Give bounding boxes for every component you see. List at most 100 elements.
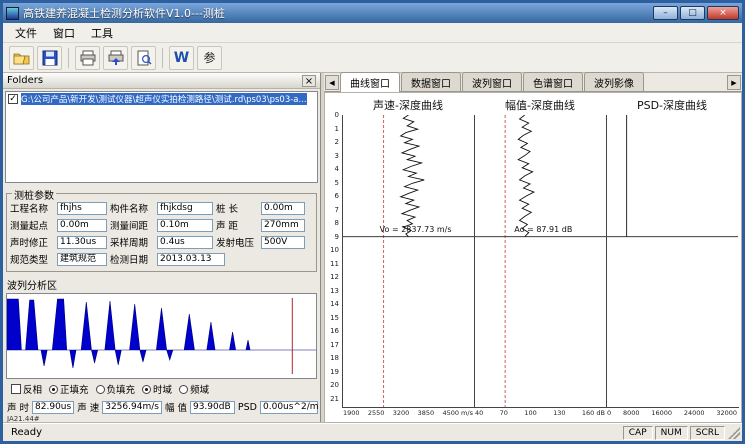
open-file-button[interactable] bbox=[9, 46, 34, 70]
depth-tick-label: 18 bbox=[330, 355, 339, 362]
x-tick-label: 3850 bbox=[418, 409, 435, 417]
tab-bar: ◀ 曲线窗口 数据窗口 波列窗口 色谱窗口 波列影像 ▶ bbox=[324, 73, 742, 92]
menu-tools[interactable]: 工具 bbox=[83, 23, 121, 43]
num-lock-indicator: NUM bbox=[655, 426, 688, 440]
depth-tick-label: 19 bbox=[330, 369, 339, 376]
x-tick-label: 40 bbox=[475, 409, 483, 417]
chart-panel: ◀ 曲线窗口 数据窗口 波列窗口 色谱窗口 波列影像 ▶ 声速-深度曲线 幅值-… bbox=[324, 73, 742, 423]
v0-annotation: Vo = 2837.73 m/s bbox=[380, 225, 452, 234]
waveform-path bbox=[7, 299, 316, 368]
param-input-component[interactable]: fhjkdsg bbox=[157, 202, 213, 215]
freq-domain-radio[interactable]: 频域 bbox=[179, 382, 209, 396]
x-axis-labels: 19002550320038504500 m/s 4070100130160 d… bbox=[327, 408, 739, 417]
print-preview-button[interactable] bbox=[131, 46, 156, 70]
param-input-distance[interactable]: 270mm bbox=[261, 219, 305, 232]
chart-plots: Vo = 2837.73 m/s Ao = 87.91 dB bbox=[342, 115, 739, 408]
tab-data-window[interactable]: 数据窗口 bbox=[401, 72, 461, 91]
param-input-spec-type[interactable]: 建筑规范 bbox=[57, 253, 107, 266]
param-label-distance: 声 距 bbox=[216, 218, 258, 232]
sound-speed-label: 声 速 bbox=[77, 400, 99, 414]
menu-file[interactable]: 文件 bbox=[7, 23, 45, 43]
menu-bar: 文件 窗口 工具 bbox=[3, 23, 742, 43]
depth-tick-label: 14 bbox=[330, 301, 339, 308]
waveform-display[interactable] bbox=[6, 293, 317, 379]
x-tick-label: 100 bbox=[524, 409, 536, 417]
psd-depth-plot[interactable] bbox=[606, 115, 738, 407]
psd-chart-title: PSD-深度曲线 bbox=[606, 97, 738, 113]
x-tick-label: 2550 bbox=[368, 409, 385, 417]
x-tick-label: 0 bbox=[607, 409, 611, 417]
title-bar[interactable]: 高铁建养混凝土检测分析软件V1.0---测桩 – □ × bbox=[3, 3, 742, 23]
x-tick-label: 130 bbox=[553, 409, 565, 417]
depth-tick-label: 12 bbox=[330, 274, 339, 281]
save-button[interactable] bbox=[37, 46, 62, 70]
file-list-item[interactable]: ✓ G:\公司产品\新开发\测试仪器\超声仪实拍检测路径\测试.rd\ps03\… bbox=[6, 92, 317, 106]
x-tick-label: 8000 bbox=[623, 409, 640, 417]
selected-file-path: G:\公司产品\新开发\测试仪器\超声仪实拍检测路径\测试.rd\ps03\ps… bbox=[21, 93, 307, 105]
param-input-sample-period[interactable]: 0.4us bbox=[157, 236, 213, 249]
param-label-spec-type: 规范类型 bbox=[10, 252, 54, 266]
toolbar-separator bbox=[68, 48, 69, 68]
tab-curve-window[interactable]: 曲线窗口 bbox=[340, 72, 400, 92]
status-bar: Ready CAP NUM SCRL bbox=[3, 423, 742, 441]
printer-setup-icon bbox=[107, 50, 125, 66]
x-tick-label: 4500 m/s bbox=[442, 409, 473, 417]
folders-header: Folders × bbox=[3, 73, 320, 89]
minimize-button[interactable]: – bbox=[653, 6, 678, 20]
maximize-button[interactable]: □ bbox=[680, 6, 705, 20]
velocity-x-ticks: 19002550320038504500 m/s bbox=[342, 408, 474, 417]
print-setup-button[interactable] bbox=[103, 46, 128, 70]
amplitude-depth-plot[interactable]: Ao = 87.91 dB bbox=[474, 115, 606, 407]
x-tick-label: 24000 bbox=[684, 409, 705, 417]
velocity-plot-svg bbox=[343, 115, 474, 407]
param-input-project[interactable]: fhjhs bbox=[57, 202, 107, 215]
param-input-voltage[interactable]: 500V bbox=[261, 236, 305, 249]
radio-on-icon bbox=[49, 385, 58, 394]
positive-fill-label: 正填充 bbox=[60, 382, 89, 396]
invert-checkbox[interactable]: 反相 bbox=[11, 382, 42, 396]
depth-tick-label: 15 bbox=[330, 315, 339, 322]
param-label-test-date: 检测日期 bbox=[110, 252, 154, 266]
positive-fill-radio[interactable]: 正填充 bbox=[49, 382, 89, 396]
close-folders-button[interactable]: × bbox=[302, 75, 316, 87]
param-input-pile-length[interactable]: 0.00m bbox=[261, 202, 305, 215]
velocity-depth-plot[interactable]: Vo = 2837.73 m/s bbox=[342, 115, 474, 407]
negative-fill-label: 负填充 bbox=[107, 382, 136, 396]
checkbox-icon bbox=[11, 384, 21, 394]
tab-wave-image[interactable]: 波列影像 bbox=[584, 72, 644, 91]
param-label-time-correction: 声时修正 bbox=[10, 235, 54, 249]
negative-fill-radio[interactable]: 负填充 bbox=[96, 382, 136, 396]
main-area: Folders × ✓ G:\公司产品\新开发\测试仪器\超声仪实拍检测路径\测… bbox=[3, 73, 742, 423]
param-input-interval[interactable]: 0.10m bbox=[157, 219, 213, 232]
time-domain-radio[interactable]: 时域 bbox=[142, 382, 172, 396]
x-tick-label: 32000 bbox=[716, 409, 737, 417]
tab-wave-window[interactable]: 波列窗口 bbox=[462, 72, 522, 91]
word-export-button[interactable]: W bbox=[169, 46, 194, 70]
tab-spectrum-window[interactable]: 色谱窗口 bbox=[523, 72, 583, 91]
x-tick-label: 160 dB bbox=[582, 409, 605, 417]
menu-window[interactable]: 窗口 bbox=[45, 23, 83, 43]
close-button[interactable]: × bbox=[707, 6, 739, 20]
depth-tick-label: 17 bbox=[330, 342, 339, 349]
param-input-time-correction[interactable]: 11.30us bbox=[57, 236, 107, 249]
param-input-test-date[interactable]: 2013.03.13 bbox=[157, 253, 225, 266]
depth-tick-label: 0 bbox=[335, 112, 339, 119]
sound-speed-value: 3256.94m/s bbox=[102, 401, 162, 414]
param-input-start[interactable]: 0.00m bbox=[57, 219, 107, 232]
chart-titles: 声速-深度曲线 幅值-深度曲线 PSD-深度曲线 bbox=[327, 97, 739, 113]
x-tick-label: 16000 bbox=[651, 409, 672, 417]
checkbox-checked-icon[interactable]: ✓ bbox=[8, 94, 18, 104]
resize-grip[interactable] bbox=[728, 427, 740, 439]
reference-icon: 参 bbox=[203, 49, 215, 66]
reference-button[interactable]: 参 bbox=[197, 46, 222, 70]
file-list[interactable]: ✓ G:\公司产品\新开发\测试仪器\超声仪实拍检测路径\测试.rd\ps03\… bbox=[5, 91, 318, 183]
amplitude-chart-title: 幅值-深度曲线 bbox=[474, 97, 606, 113]
toolbar-separator bbox=[162, 48, 163, 68]
tab-scroll-right-icon[interactable]: ▶ bbox=[727, 75, 741, 90]
scroll-lock-indicator: SCRL bbox=[690, 426, 725, 440]
tab-scroll-left-icon[interactable]: ◀ bbox=[325, 75, 339, 90]
sidebar-note: JA21.44# bbox=[3, 414, 320, 423]
print-button[interactable] bbox=[75, 46, 100, 70]
pile-params-title: 测桩参数 bbox=[12, 187, 56, 202]
velocity-chart-title: 声速-深度曲线 bbox=[342, 97, 474, 113]
